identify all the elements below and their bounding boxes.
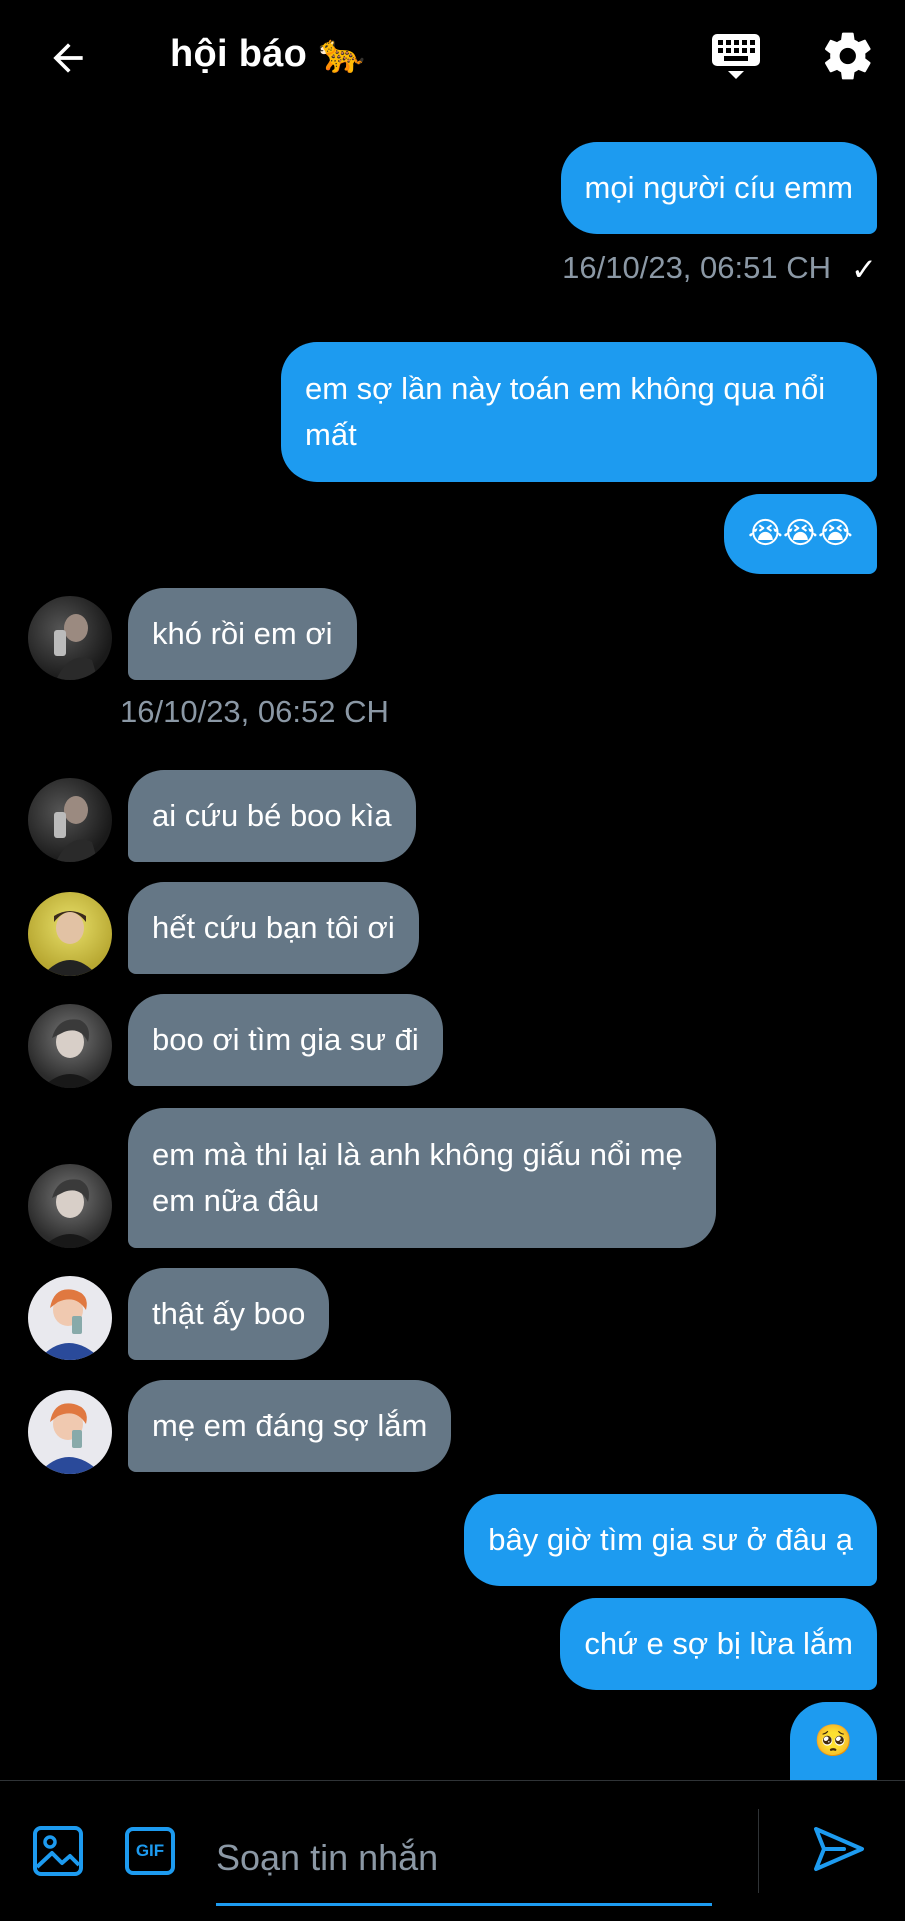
message-text: 😭😭😭: [747, 517, 853, 550]
message-bubble-outgoing[interactable]: 😭😭😭: [723, 494, 877, 574]
keyboard-button[interactable]: [708, 28, 764, 84]
avatar-image: [38, 1289, 102, 1360]
message-text: em mà thi lại là anh không giấu nổi mẹ e…: [152, 1137, 683, 1218]
conversation-header: hội báo 🐆: [0, 0, 905, 118]
image-icon: [33, 1826, 83, 1876]
avatar-image: [42, 1019, 98, 1088]
settings-button[interactable]: [820, 28, 876, 84]
sent-check-icon: ✓: [851, 252, 877, 287]
message-text: khó rồi em ơi: [152, 616, 333, 651]
keyboard-icon: [712, 34, 760, 79]
message-text: chứ e sợ bị lừa lắm: [584, 1626, 853, 1661]
message-text: ai cứu bé boo kìa: [152, 798, 392, 833]
message-bubble-outgoing[interactable]: chứ e sợ bị lừa lắm: [560, 1598, 877, 1690]
message-bubble-outgoing[interactable]: em sợ lần này toán em không qua nổi mất: [281, 342, 877, 482]
message-bubble-incoming[interactable]: em mà thi lại là anh không giấu nổi mẹ e…: [128, 1108, 716, 1248]
message-timestamp: 16/10/23, 06:52 CH: [120, 694, 389, 729]
message-text: em sợ lần này toán em không qua nổi mất: [305, 371, 826, 452]
message-bubble-outgoing[interactable]: bây giờ tìm gia sư ở đâu ạ: [464, 1494, 877, 1586]
message-text: thật ấy boo: [152, 1296, 306, 1331]
input-underline: [216, 1903, 712, 1906]
message-bubble-incoming[interactable]: khó rồi em ơi: [128, 588, 357, 680]
image-upload-button[interactable]: [30, 1823, 86, 1879]
message-text: 🥺: [814, 1723, 853, 1758]
send-icon: [814, 1827, 864, 1871]
message-text: mẹ em đáng sợ lắm: [152, 1408, 428, 1443]
avatar[interactable]: [28, 1164, 112, 1248]
message-bubble-incoming[interactable]: thật ấy boo: [128, 1268, 330, 1360]
gear-icon: [824, 32, 871, 80]
avatar[interactable]: [28, 1276, 112, 1360]
message-bubble-incoming[interactable]: boo ơi tìm gia sư đi: [128, 994, 443, 1086]
message-bubble-incoming[interactable]: mẹ em đáng sợ lắm: [128, 1380, 452, 1472]
send-button[interactable]: [810, 1821, 866, 1877]
avatar[interactable]: [28, 892, 112, 976]
message-text: mọi người cíu emm: [584, 170, 853, 205]
message-bubble-incoming[interactable]: hết cứu bạn tôi ơi: [128, 882, 419, 974]
message-bubble-outgoing[interactable]: mọi người cíu emm: [560, 142, 877, 234]
gif-label: GIF: [135, 1841, 165, 1860]
message-text: hết cứu bạn tôi ơi: [152, 910, 395, 945]
message-composer: GIF: [0, 1780, 905, 1921]
avatar-image: [38, 1403, 102, 1474]
message-input[interactable]: [216, 1835, 712, 1881]
avatar-image: [42, 1179, 98, 1248]
gif-button[interactable]: GIF: [122, 1823, 178, 1879]
avatar[interactable]: [28, 778, 112, 862]
message-timestamp: 16/10/23, 06:51 CH: [562, 250, 831, 285]
message-text: bây giờ tìm gia sư ở đâu ạ: [488, 1522, 853, 1557]
avatar[interactable]: [28, 596, 112, 680]
back-button[interactable]: [40, 30, 96, 86]
avatar-image: [54, 796, 98, 862]
message-bubble-incoming[interactable]: ai cứu bé boo kìa: [128, 770, 416, 862]
avatar-image: [42, 911, 98, 976]
conversation-title-wrap[interactable]: hội báo 🐆: [170, 32, 366, 76]
avatar-image: [54, 614, 98, 680]
avatar[interactable]: [28, 1004, 112, 1088]
avatar[interactable]: [28, 1390, 112, 1474]
composer-divider: [758, 1809, 759, 1893]
message-text: boo ơi tìm gia sư đi: [152, 1022, 419, 1057]
conversation-title: hội báo 🐆: [170, 33, 366, 75]
message-bubble-outgoing[interactable]: 🥺: [790, 1702, 877, 1780]
back-arrow-icon: [53, 43, 83, 73]
